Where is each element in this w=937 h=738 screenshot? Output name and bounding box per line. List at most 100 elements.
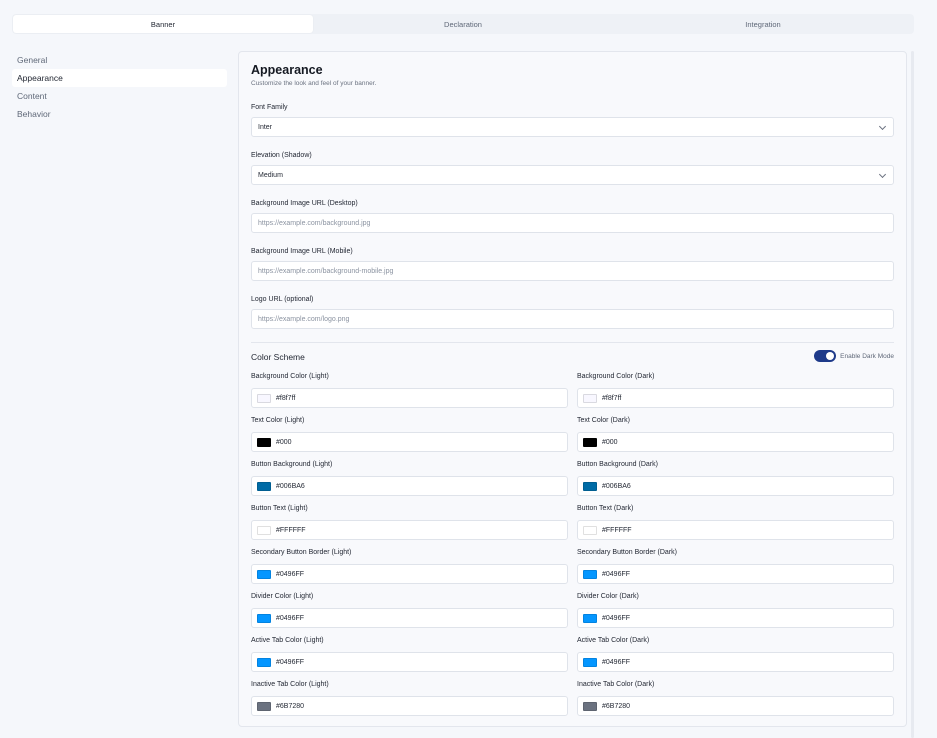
sidenav-item-content[interactable]: Content xyxy=(12,87,227,105)
color-input[interactable]: #006BA6 xyxy=(577,476,894,496)
color-cell-light: Divider Color (Light) #0496FF xyxy=(251,592,568,628)
color-swatch[interactable] xyxy=(583,481,597,491)
color-swatch[interactable] xyxy=(257,525,271,535)
color-label: Text Color (Dark) xyxy=(577,417,630,424)
color-swatch[interactable] xyxy=(257,481,271,491)
page-subtitle: Customize the look and feel of your bann… xyxy=(251,80,377,87)
color-value: #f8f7ff xyxy=(602,394,622,402)
color-swatch[interactable] xyxy=(257,393,271,403)
logo-url-placeholder: https://example.com/logo.png xyxy=(258,315,350,323)
toggle-knob xyxy=(826,352,835,360)
elevation-select[interactable]: Medium xyxy=(251,165,894,185)
color-input[interactable]: #0496FF xyxy=(251,608,568,628)
color-input[interactable]: #000 xyxy=(577,432,894,452)
settings-sidenav: General Appearance Content Behavior xyxy=(12,51,227,123)
color-input[interactable]: #006BA6 xyxy=(251,476,568,496)
color-label: Active Tab Color (Light) xyxy=(251,637,324,644)
bg-mobile-placeholder: https://example.com/background-mobile.jp… xyxy=(258,267,394,275)
color-value: #0496FF xyxy=(602,570,631,578)
color-value: #FFFFFF xyxy=(602,526,632,534)
color-value: #0496FF xyxy=(602,614,631,622)
sidenav-item-behavior[interactable]: Behavior xyxy=(12,105,227,123)
color-swatch[interactable] xyxy=(583,393,597,403)
color-swatch[interactable] xyxy=(583,569,597,579)
color-input[interactable]: #0496FF xyxy=(251,564,568,584)
elevation-value: Medium xyxy=(258,171,283,179)
color-input[interactable]: #f8f7ff xyxy=(251,388,568,408)
color-input[interactable]: #000 xyxy=(251,432,568,452)
tab-declaration[interactable]: Declaration xyxy=(313,15,613,33)
color-cell-dark: Secondary Button Border (Dark) #0496FF xyxy=(577,548,894,584)
color-swatch[interactable] xyxy=(583,525,597,535)
page-title: Appearance xyxy=(251,63,323,77)
color-label: Inactive Tab Color (Dark) xyxy=(577,681,655,688)
sidenav-item-general[interactable]: General xyxy=(12,51,227,69)
color-label: Divider Color (Dark) xyxy=(577,593,639,600)
color-label: Inactive Tab Color (Light) xyxy=(251,681,329,688)
color-label: Divider Color (Light) xyxy=(251,593,314,600)
color-input[interactable]: #FFFFFF xyxy=(251,520,568,540)
color-value: #0496FF xyxy=(602,658,631,666)
font-family-select[interactable]: Inter xyxy=(251,117,894,137)
scrollbar-track[interactable] xyxy=(911,51,914,738)
chevron-down-icon xyxy=(878,122,887,131)
color-input[interactable]: #0496FF xyxy=(577,564,894,584)
sidenav-item-appearance[interactable]: Appearance xyxy=(12,69,227,87)
color-input[interactable]: #6B7280 xyxy=(577,696,894,716)
color-cell-dark: Text Color (Dark) #000 xyxy=(577,416,894,452)
color-label: Text Color (Light) xyxy=(251,417,305,424)
bg-desktop-label: Background Image URL (Desktop) xyxy=(251,200,358,207)
color-swatch[interactable] xyxy=(257,613,271,623)
color-swatch[interactable] xyxy=(257,701,271,711)
bg-desktop-placeholder: https://example.com/background.jpg xyxy=(258,219,371,227)
bg-mobile-input[interactable]: https://example.com/background-mobile.jp… xyxy=(251,261,894,281)
color-cell-light: Inactive Tab Color (Light) #6B7280 xyxy=(251,680,568,716)
color-value: #000 xyxy=(276,438,292,446)
tab-integration[interactable]: Integration xyxy=(613,15,913,33)
bg-desktop-input[interactable]: https://example.com/background.jpg xyxy=(251,213,894,233)
font-family-label: Font Family xyxy=(251,104,288,111)
color-row: Button Background (Light) #006BA6 Button B… xyxy=(251,460,894,496)
color-swatch[interactable] xyxy=(583,437,597,447)
color-swatch[interactable] xyxy=(257,437,271,447)
color-input[interactable]: #6B7280 xyxy=(251,696,568,716)
color-scheme-heading: Color Scheme xyxy=(251,352,305,362)
logo-url-input[interactable]: https://example.com/logo.png xyxy=(251,309,894,329)
dark-mode-label: Enable Dark Mode xyxy=(840,352,894,360)
color-label: Background Color (Light) xyxy=(251,373,329,380)
color-label: Button Text (Dark) xyxy=(577,505,634,512)
color-cell-dark: Background Color (Dark) #f8f7ff xyxy=(577,372,894,408)
color-input[interactable]: #FFFFFF xyxy=(577,520,894,540)
color-input[interactable]: #f8f7ff xyxy=(577,388,894,408)
color-row: Active Tab Color (Light) #0496FF Active Ta… xyxy=(251,636,894,672)
color-row: Inactive Tab Color (Light) #6B7280 Inactiv… xyxy=(251,680,894,716)
color-row: Button Text (Light) #FFFFFF Button Text (D… xyxy=(251,504,894,540)
elevation-label: Elevation (Shadow) xyxy=(251,152,312,159)
color-value: #0496FF xyxy=(276,658,305,666)
chevron-down-icon xyxy=(878,170,887,179)
color-row: Divider Color (Light) #0496FF Divider Colo… xyxy=(251,592,894,628)
color-swatch[interactable] xyxy=(257,569,271,579)
color-cell-light: Active Tab Color (Light) #0496FF xyxy=(251,636,568,672)
color-cell-dark: Button Background (Dark) #006BA6 xyxy=(577,460,894,496)
color-cell-light: Button Text (Light) #FFFFFF xyxy=(251,504,568,540)
color-input[interactable]: #0496FF xyxy=(251,652,568,672)
color-value: #FFFFFF xyxy=(276,526,306,534)
color-cell-dark: Active Tab Color (Dark) #0496FF xyxy=(577,636,894,672)
color-label: Button Background (Dark) xyxy=(577,461,658,468)
dark-mode-toggle[interactable] xyxy=(814,350,837,362)
color-swatch[interactable] xyxy=(583,657,597,667)
color-value: #0496FF xyxy=(276,614,305,622)
color-swatch[interactable] xyxy=(583,701,597,711)
appearance-card: Appearance Customize the look and feel o… xyxy=(238,51,907,727)
top-tab-bar: Banner Declaration Integration xyxy=(12,14,914,34)
color-row: Secondary Button Border (Light) #0496FF Se… xyxy=(251,548,894,584)
color-input[interactable]: #0496FF xyxy=(577,608,894,628)
color-swatch[interactable] xyxy=(257,657,271,667)
color-row: Background Color (Light) #f8f7ff Backgroun… xyxy=(251,372,894,408)
tab-banner[interactable]: Banner xyxy=(13,15,313,33)
color-input[interactable]: #0496FF xyxy=(577,652,894,672)
color-swatch[interactable] xyxy=(583,613,597,623)
color-grid: Background Color (Light) #f8f7ff Backgroun… xyxy=(251,372,894,724)
section-divider xyxy=(251,342,894,343)
